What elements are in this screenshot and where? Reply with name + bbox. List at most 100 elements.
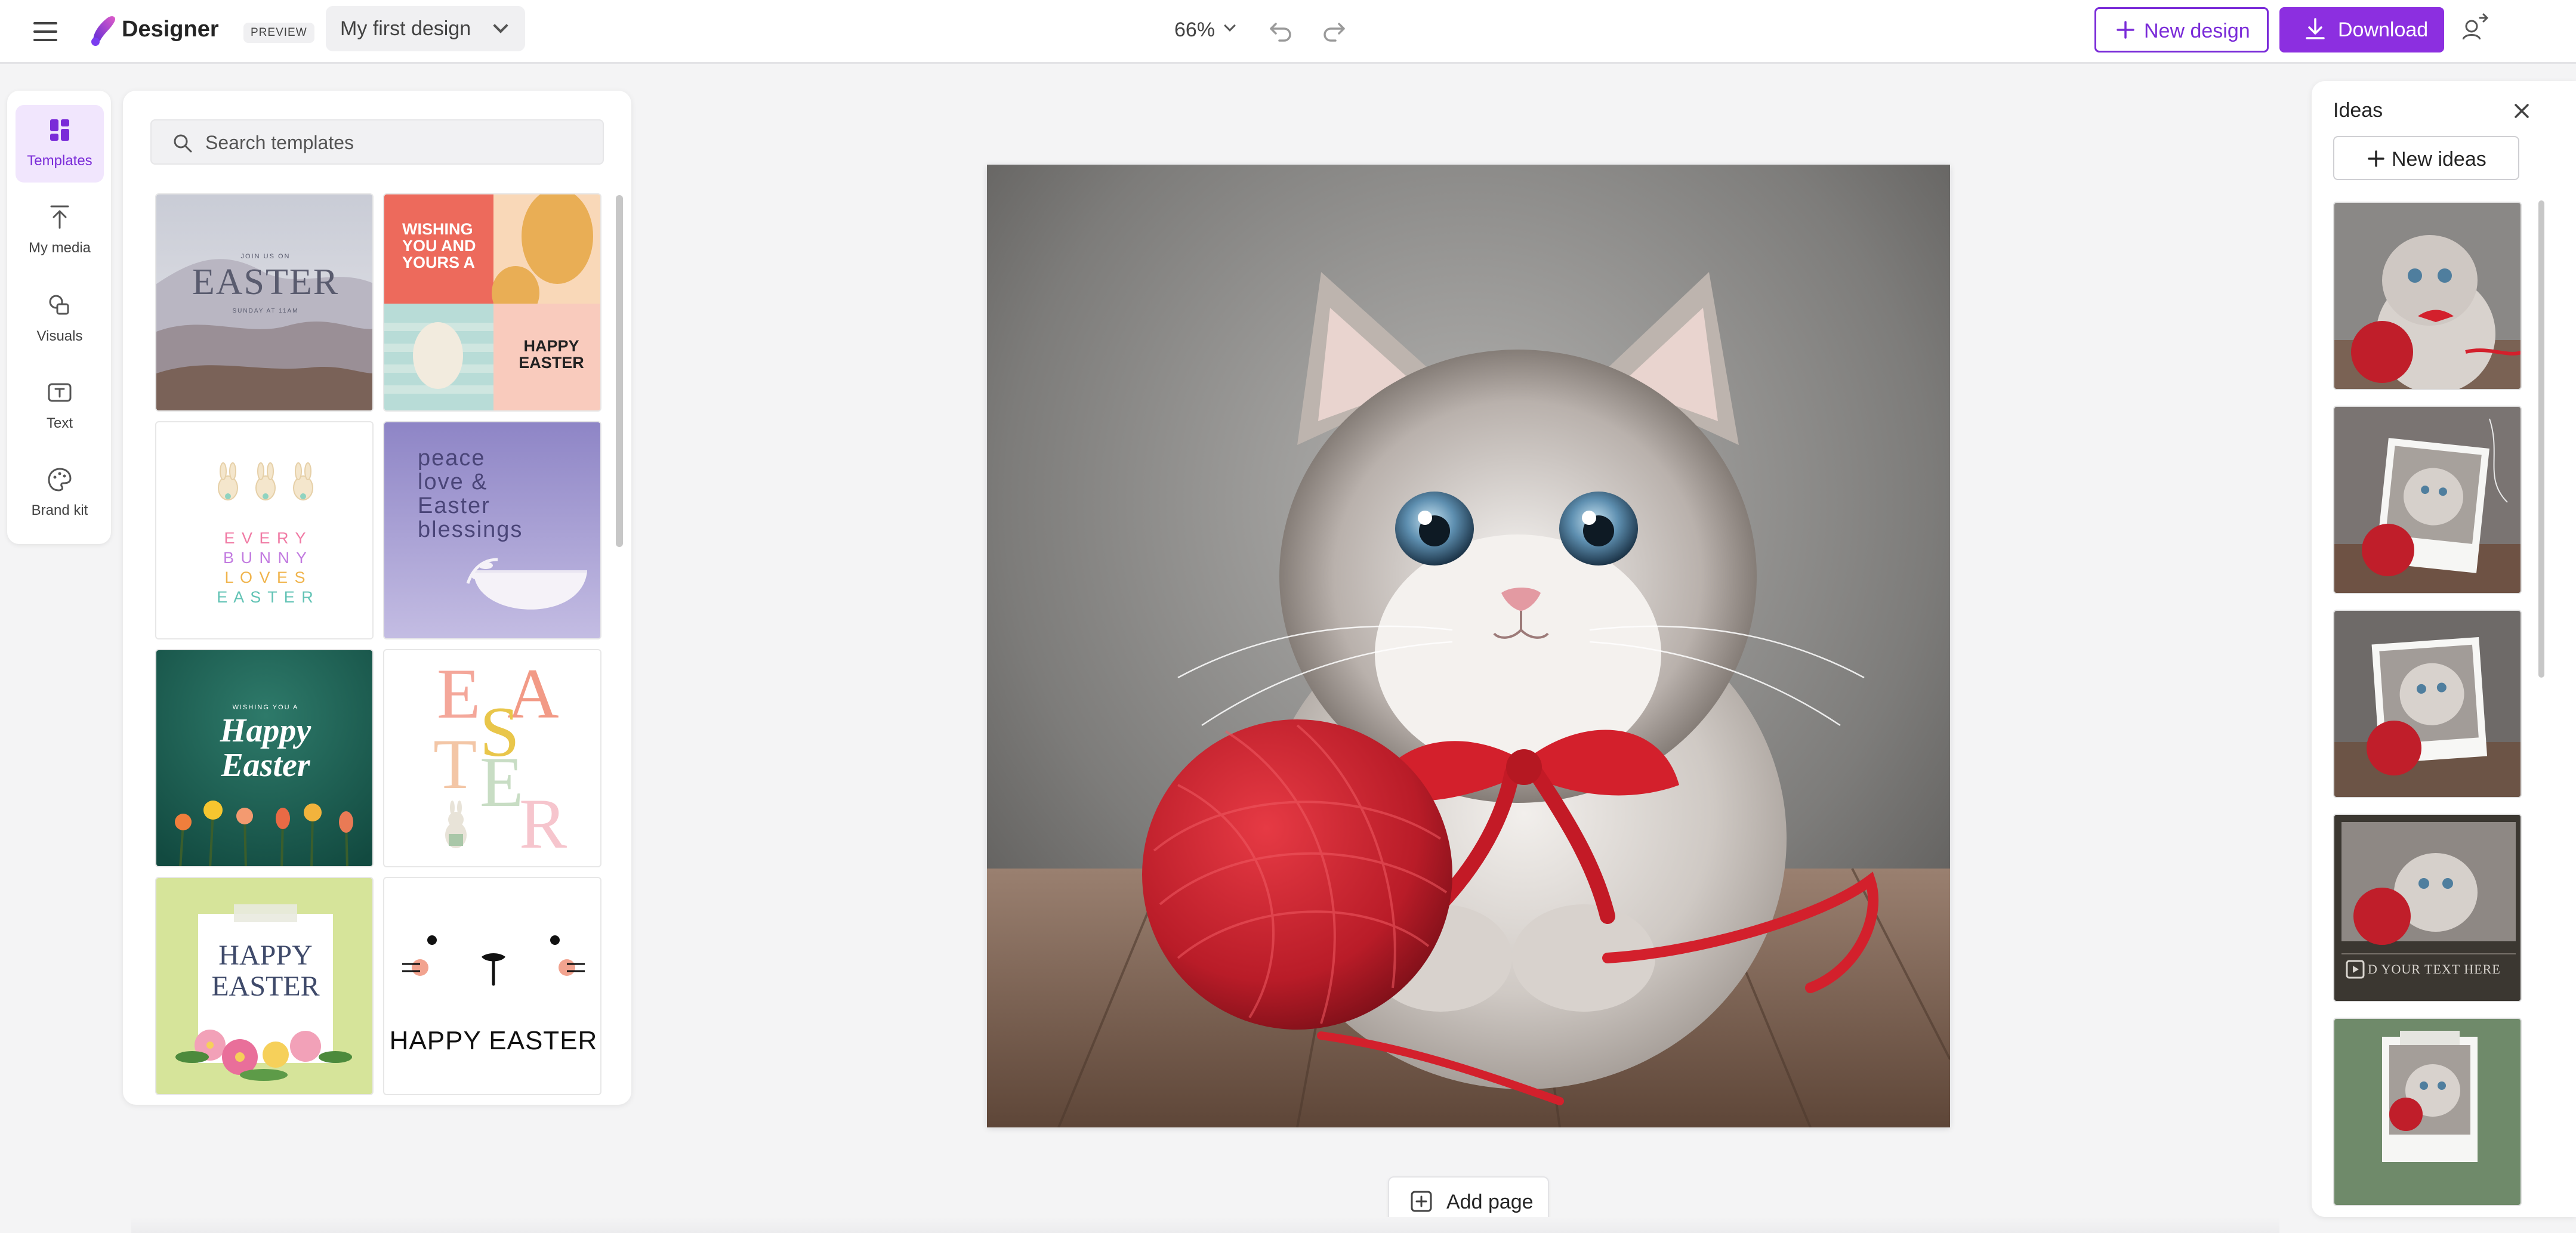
- new-design-button[interactable]: New design: [2094, 7, 2269, 52]
- card-text: JOIN US ON: [240, 253, 291, 260]
- card-text: HAPPY EASTER: [516, 338, 587, 371]
- left-rail: Templates My media Visuals Text Brand ki…: [7, 91, 111, 544]
- chevron-down-icon: [493, 18, 508, 33]
- templates-icon: [50, 119, 69, 141]
- chevron-down-icon: [1224, 20, 1236, 32]
- card-letter: R: [519, 784, 567, 863]
- card-text: WISHING YOU A: [232, 704, 299, 711]
- add-page-label: Add page: [1446, 1191, 1534, 1213]
- design-canvas[interactable]: [987, 165, 1950, 1127]
- template-card-easter-mountains[interactable]: JOIN US ON EASTER SUNDAY AT 11AM: [155, 193, 374, 412]
- card-line: B U N N Y: [223, 549, 308, 567]
- menu-icon[interactable]: [30, 16, 61, 47]
- search-input[interactable]: [205, 128, 587, 157]
- search-icon: [174, 134, 192, 153]
- new-ideas-button[interactable]: New ideas: [2333, 136, 2519, 180]
- bottom-edge: [131, 1217, 2279, 1233]
- template-card-easter-letters[interactable]: E A S T E R: [383, 649, 601, 867]
- text-icon: [48, 383, 72, 402]
- card-line: HAPPY: [523, 337, 579, 355]
- download-label: Download: [2338, 18, 2429, 41]
- redo-icon[interactable]: [1319, 16, 1349, 45]
- card-line: E A S T E R: [217, 588, 314, 606]
- zoom-level: 66%: [1174, 18, 1215, 41]
- template-card-happy-easter-blocks[interactable]: WISHING YOU AND YOURS A HAPPY EASTER: [383, 193, 601, 412]
- template-card-happy-easter-green[interactable]: WISHING YOU A Happy Easter: [155, 649, 374, 867]
- rail-item-text[interactable]: Text: [16, 367, 104, 445]
- card-letter: T: [433, 724, 477, 804]
- rail-item-visuals[interactable]: Visuals: [16, 280, 104, 358]
- card-line: Easter: [221, 747, 310, 784]
- brand-kit-icon: [48, 468, 72, 492]
- idea-text: D YOUR TEXT HERE: [2368, 962, 2501, 976]
- rail-item-label: Text: [46, 415, 73, 431]
- idea-card[interactable]: D YOUR TEXT HERE: [2333, 814, 2522, 1002]
- card-title: EASTER: [192, 262, 340, 302]
- idea-card[interactable]: [2333, 1018, 2522, 1206]
- templates-panel: JOIN US ON EASTER SUNDAY AT 11AM WISHING…: [123, 91, 631, 1105]
- new-ideas-label: New ideas: [2392, 148, 2486, 171]
- kitten-image: [987, 165, 1950, 1127]
- new-design-label: New design: [2144, 20, 2250, 42]
- card-text: HAPPY EASTER: [389, 1026, 598, 1055]
- card-text: peace love & Easter blessings: [418, 446, 523, 542]
- download-button[interactable]: Download: [2279, 7, 2444, 52]
- card-line: Easter: [418, 493, 490, 518]
- card-text: WISHING YOU AND YOURS A: [402, 221, 476, 271]
- panel-scrollbar[interactable]: [616, 195, 623, 547]
- rail-item-templates[interactable]: Templates: [16, 105, 104, 183]
- share-icon[interactable]: [2458, 12, 2492, 45]
- rail-item-label: Brand kit: [31, 502, 88, 518]
- template-card-bunny-face[interactable]: HAPPY EASTER: [383, 877, 601, 1095]
- ideas-panel: Ideas New ideas D YOUR TEXT HERE: [2312, 81, 2576, 1217]
- add-page-icon: [1411, 1191, 1432, 1212]
- top-bar: Designer PREVIEW My first design 66% New…: [0, 0, 2576, 64]
- ideas-title: Ideas: [2333, 99, 2383, 122]
- card-line: E V E R Y: [224, 529, 307, 547]
- video-icon: [2346, 960, 2365, 979]
- card-line: blessings: [418, 517, 523, 542]
- card-line: WISHING: [402, 220, 473, 238]
- idea-card[interactable]: [2333, 610, 2522, 798]
- app-title: Designer: [122, 17, 219, 42]
- card-line: Happy: [220, 712, 311, 749]
- visuals-icon: [49, 295, 69, 315]
- card-line: EASTER: [211, 971, 320, 1002]
- template-card-every-bunny[interactable]: E V E R Y B U N N Y L O V E S E A S T E …: [155, 421, 374, 639]
- plus-icon: [2368, 150, 2384, 167]
- design-name-dropdown[interactable]: My first design: [326, 6, 525, 51]
- card-line: YOU AND: [402, 237, 476, 255]
- card-line: EASTER: [519, 354, 584, 372]
- designer-logo-icon: [90, 13, 119, 47]
- download-icon: [2306, 18, 2325, 39]
- rail-item-brand-kit[interactable]: Brand kit: [16, 455, 104, 532]
- card-text: E V E R Y B U N N Y L O V E S E A S T E …: [156, 529, 372, 607]
- card-line: L O V E S: [224, 568, 307, 586]
- rail-item-label: My media: [28, 240, 91, 256]
- ideas-scrollbar[interactable]: [2538, 200, 2544, 678]
- upload-icon: [50, 205, 69, 229]
- preview-badge: PREVIEW: [243, 23, 314, 43]
- idea-card[interactable]: [2333, 406, 2522, 594]
- idea-card[interactable]: [2333, 202, 2522, 390]
- template-card-peace-love[interactable]: peace love & Easter blessings: [383, 421, 601, 639]
- rail-item-label: Visuals: [36, 328, 83, 344]
- zoom-dropdown[interactable]: 66%: [1164, 13, 1241, 47]
- card-line: YOURS A: [402, 254, 476, 271]
- rail-item-my-media[interactable]: My media: [16, 192, 104, 270]
- template-card-happy-easter-note[interactable]: HAPPY EASTER: [155, 877, 374, 1095]
- card-line: HAPPY: [218, 940, 313, 971]
- design-name-label: My first design: [340, 17, 471, 40]
- rail-item-label: Templates: [27, 153, 92, 169]
- card-text: HAPPY EASTER: [156, 940, 372, 1002]
- card-text: SUNDAY AT 11AM: [232, 308, 299, 314]
- close-icon[interactable]: [2510, 99, 2534, 123]
- bunny-icon: [445, 801, 467, 848]
- card-line: peace: [418, 446, 486, 471]
- card-text: Happy Easter: [156, 712, 372, 784]
- card-line: love &: [418, 469, 488, 495]
- undo-icon[interactable]: [1266, 16, 1296, 45]
- search-box[interactable]: [150, 119, 604, 165]
- plus-icon: [2117, 21, 2134, 39]
- card-letter: E: [480, 742, 524, 821]
